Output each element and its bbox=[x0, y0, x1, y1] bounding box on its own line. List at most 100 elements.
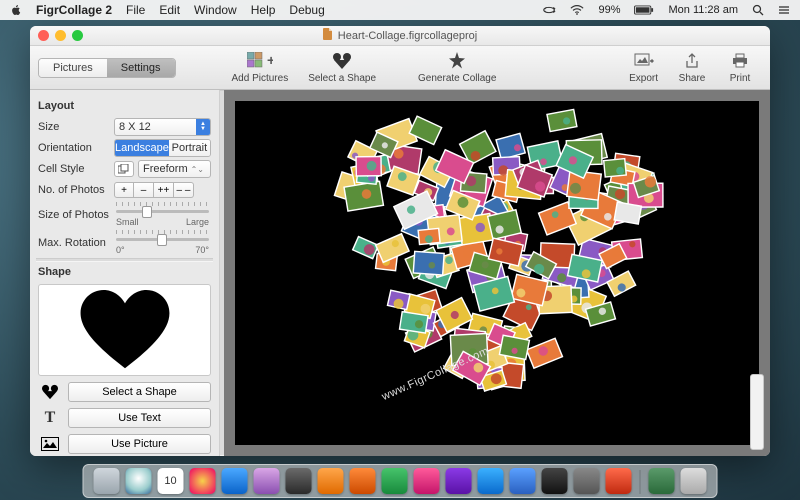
dock-photos[interactable] bbox=[190, 468, 216, 494]
menu-window[interactable]: Window bbox=[194, 3, 237, 17]
print-button[interactable]: Print bbox=[718, 51, 762, 84]
dock-calendar[interactable]: 10 bbox=[158, 468, 184, 494]
size-select[interactable]: 8 X 12 ▲▼ bbox=[114, 118, 211, 136]
chevron-updown-icon: ⌃⌄ bbox=[191, 165, 204, 174]
window-titlebar[interactable]: Heart-Collage.figrcollageproj bbox=[30, 26, 770, 46]
wifi-icon[interactable] bbox=[570, 4, 584, 16]
canvas-area: www.FigrCollage.com bbox=[224, 90, 770, 456]
zoom-button[interactable] bbox=[72, 30, 83, 41]
battery-icon[interactable] bbox=[634, 5, 654, 15]
share-icon bbox=[678, 51, 706, 71]
dock-app7[interactable] bbox=[574, 468, 600, 494]
export-button[interactable]: Export bbox=[621, 51, 666, 84]
dock-terminal[interactable] bbox=[542, 468, 568, 494]
menu-debug[interactable]: Debug bbox=[289, 3, 324, 17]
orientation-label: Orientation bbox=[38, 142, 110, 154]
max-rotation-slider[interactable]: 0° 70° bbox=[114, 230, 211, 255]
zoom-slider[interactable] bbox=[750, 374, 764, 450]
settings-sidebar: Layout Size 8 X 12 ▲▼ Orientation Landsc… bbox=[30, 90, 220, 456]
heart-icon bbox=[70, 290, 180, 370]
nphotos-label: No. of Photos bbox=[38, 184, 110, 196]
nphotos-inc-fast[interactable]: ++ bbox=[154, 182, 174, 198]
use-text-button[interactable]: Use Text bbox=[68, 408, 211, 428]
window-title: Heart-Collage.figrcollageproj bbox=[338, 30, 477, 42]
shape-preview[interactable] bbox=[38, 284, 211, 376]
menubar-clock[interactable]: Mon 11:28 am bbox=[668, 4, 738, 16]
tab-pictures[interactable]: Pictures bbox=[39, 59, 107, 77]
nphotos-dec-fast[interactable]: – – bbox=[174, 182, 194, 198]
svg-text:+: + bbox=[267, 52, 273, 68]
select-shape-row-button[interactable]: Select a Shape bbox=[68, 382, 211, 402]
layout-heading: Layout bbox=[38, 100, 211, 112]
dock-app6[interactable] bbox=[478, 468, 504, 494]
export-label: Export bbox=[629, 73, 658, 84]
dock-finder[interactable] bbox=[94, 468, 120, 494]
stepper-arrows-icon: ▲▼ bbox=[196, 119, 210, 135]
text-icon: T bbox=[38, 408, 62, 428]
use-picture-button[interactable]: Use Picture bbox=[68, 434, 211, 454]
collage-canvas[interactable]: www.FigrCollage.com bbox=[235, 101, 759, 445]
dock-app8[interactable] bbox=[606, 468, 632, 494]
dock-app3[interactable] bbox=[382, 468, 408, 494]
share-button[interactable]: Share bbox=[670, 51, 714, 84]
export-icon bbox=[630, 51, 658, 71]
select-shape-button[interactable]: Select a Shape bbox=[300, 51, 384, 84]
picture-icon bbox=[38, 434, 62, 454]
heart-collage bbox=[235, 101, 759, 445]
spotlight-icon[interactable] bbox=[752, 4, 764, 16]
macos-menubar: FigrCollage 2 File Edit Window Help Debu… bbox=[0, 0, 800, 20]
tab-settings[interactable]: Settings bbox=[107, 59, 175, 77]
sphotos-large: Large bbox=[186, 217, 209, 227]
add-pictures-button[interactable]: + Add Pictures bbox=[224, 51, 297, 84]
add-pictures-label: Add Pictures bbox=[232, 73, 289, 84]
dock-settings[interactable] bbox=[286, 468, 312, 494]
battery-percent: 99% bbox=[598, 4, 620, 16]
print-label: Print bbox=[730, 73, 751, 84]
size-of-photos-slider[interactable]: Small Large bbox=[114, 202, 211, 227]
select-shape-label: Select a Shape bbox=[308, 73, 376, 84]
dock-app4[interactable] bbox=[414, 468, 440, 494]
notification-center-icon[interactable] bbox=[778, 4, 790, 16]
rot-max: 70° bbox=[195, 245, 209, 255]
rot-min: 0° bbox=[116, 245, 125, 255]
cell-style-label: Cell Style bbox=[38, 163, 110, 175]
generate-collage-label: Generate Collage bbox=[418, 73, 496, 84]
dock-appstore[interactable] bbox=[510, 468, 536, 494]
generate-collage-icon bbox=[443, 51, 471, 71]
dock-trash[interactable] bbox=[681, 468, 707, 494]
generate-collage-button[interactable]: Generate Collage bbox=[410, 51, 504, 84]
menu-file[interactable]: File bbox=[126, 3, 145, 17]
shape-heading: Shape bbox=[38, 266, 211, 278]
orientation-portrait[interactable]: Portrait bbox=[169, 140, 210, 156]
app-menu[interactable]: FigrCollage 2 bbox=[36, 3, 112, 17]
select-shape-row-icon bbox=[38, 382, 62, 402]
dock-app5[interactable] bbox=[446, 468, 472, 494]
sphotos-label: Size of Photos bbox=[38, 209, 110, 221]
nphotos-inc[interactable]: + bbox=[114, 182, 134, 198]
dock-safari[interactable] bbox=[126, 468, 152, 494]
nphotos-dec[interactable]: – bbox=[134, 182, 154, 198]
menu-edit[interactable]: Edit bbox=[159, 3, 180, 17]
macos-dock: 10 bbox=[83, 464, 718, 498]
close-button[interactable] bbox=[38, 30, 49, 41]
minimize-button[interactable] bbox=[55, 30, 66, 41]
share-label: Share bbox=[679, 73, 706, 84]
sphotos-small: Small bbox=[116, 217, 139, 227]
dock-downloads[interactable] bbox=[649, 468, 675, 494]
select-shape-icon bbox=[328, 51, 356, 71]
apple-menu-icon[interactable] bbox=[10, 4, 22, 16]
cell-style-icon-button[interactable] bbox=[114, 161, 134, 177]
cell-style-value: Freeform bbox=[143, 163, 188, 175]
print-icon bbox=[726, 51, 754, 71]
dock-app1[interactable] bbox=[318, 468, 344, 494]
orientation-landscape[interactable]: Landscape bbox=[115, 140, 169, 156]
dock-app2[interactable] bbox=[350, 468, 376, 494]
dock-mail[interactable] bbox=[222, 468, 248, 494]
app-window: Heart-Collage.figrcollageproj Pictures S… bbox=[30, 26, 770, 456]
fastswitch-icon[interactable] bbox=[542, 4, 556, 16]
dock-itunes[interactable] bbox=[254, 468, 280, 494]
size-value: 8 X 12 bbox=[119, 121, 151, 133]
menu-help[interactable]: Help bbox=[251, 3, 276, 17]
cell-style-select[interactable]: Freeform ⌃⌄ bbox=[138, 160, 211, 178]
copy-icon bbox=[118, 164, 130, 174]
